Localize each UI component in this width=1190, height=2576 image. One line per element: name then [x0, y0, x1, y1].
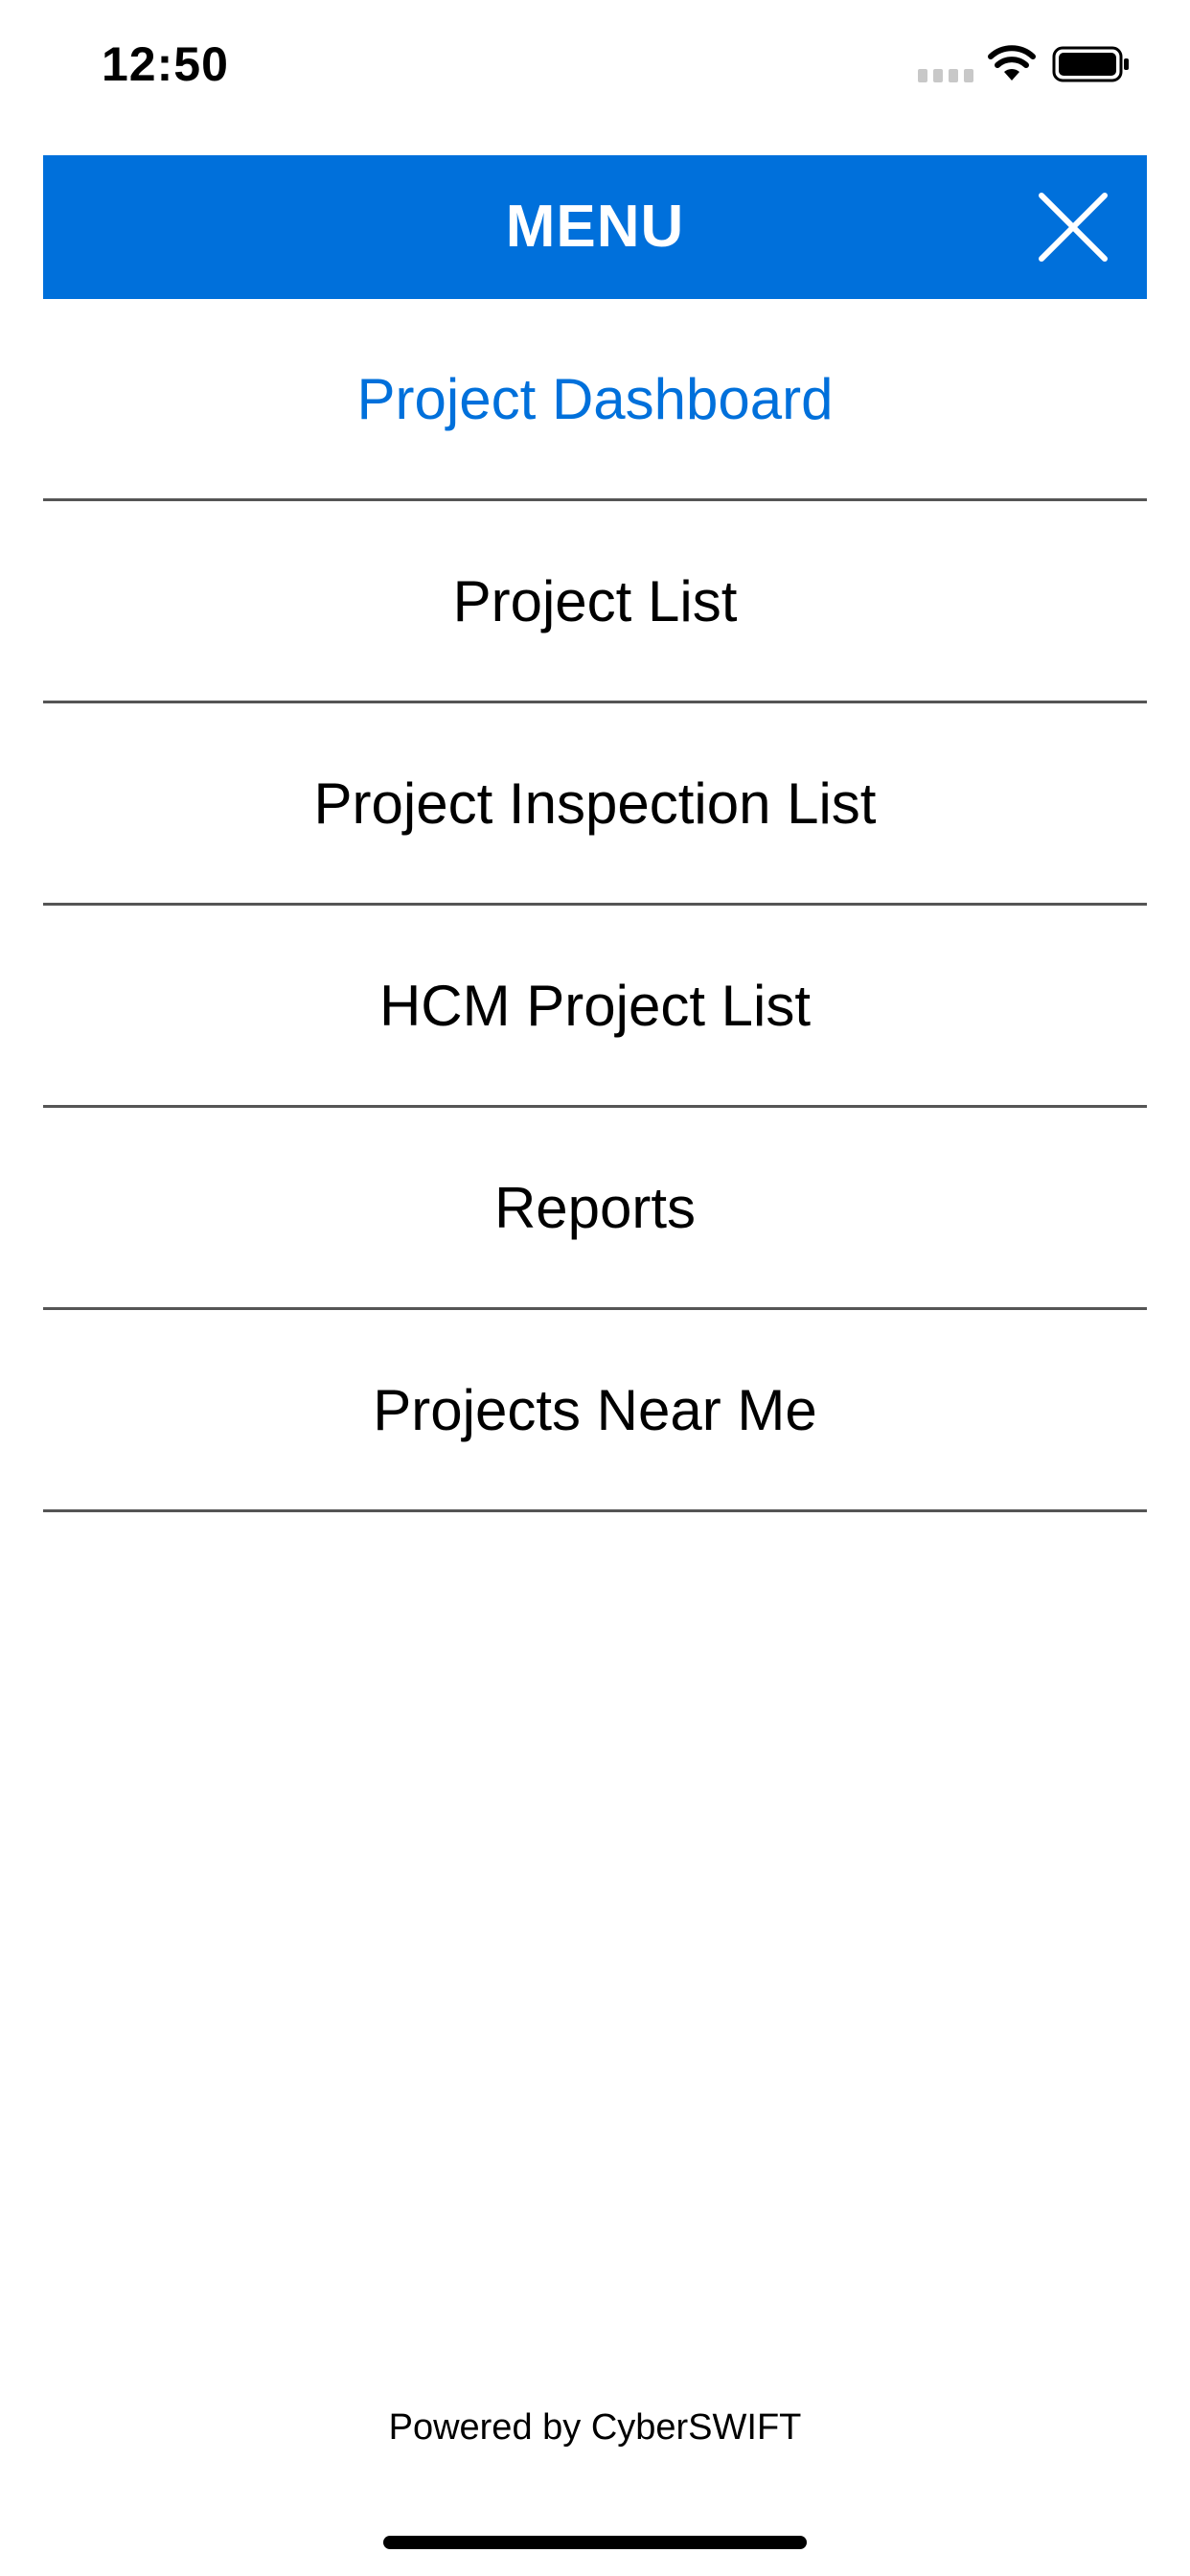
powered-by-footer: Powered by CyberSWIFT	[388, 2407, 802, 2448]
menu-item-project-inspection-list[interactable]: Project Inspection List	[43, 703, 1147, 906]
menu-item-label: HCM Project List	[378, 973, 812, 1038]
wifi-icon	[988, 45, 1036, 80]
menu-item-label: Reports	[493, 1175, 697, 1240]
signal-icon	[918, 69, 973, 82]
menu-list: Project Dashboard Project List Project I…	[43, 299, 1147, 1512]
menu-header: MENU	[43, 155, 1147, 299]
menu-item-hcm-project-list[interactable]: HCM Project List	[43, 906, 1147, 1108]
menu-item-project-dashboard[interactable]: Project Dashboard	[43, 299, 1147, 501]
menu-item-label: Projects Near Me	[373, 1377, 817, 1442]
status-time: 12:50	[102, 37, 229, 91]
status-bar: 12:50	[0, 0, 1190, 134]
close-button[interactable]	[1030, 184, 1116, 270]
home-indicator[interactable]	[383, 2536, 807, 2549]
menu-item-projects-near-me[interactable]: Projects Near Me	[43, 1310, 1147, 1512]
menu-title: MENU	[505, 194, 685, 260]
close-icon	[1039, 193, 1108, 262]
menu-item-reports[interactable]: Reports	[43, 1108, 1147, 1310]
menu-item-label: Project List	[452, 568, 738, 633]
battery-icon	[1052, 46, 1129, 82]
menu-item-label: Project Inspection List	[313, 770, 877, 836]
menu-item-label: Project Dashboard	[356, 366, 834, 431]
menu-item-project-list[interactable]: Project List	[43, 501, 1147, 703]
